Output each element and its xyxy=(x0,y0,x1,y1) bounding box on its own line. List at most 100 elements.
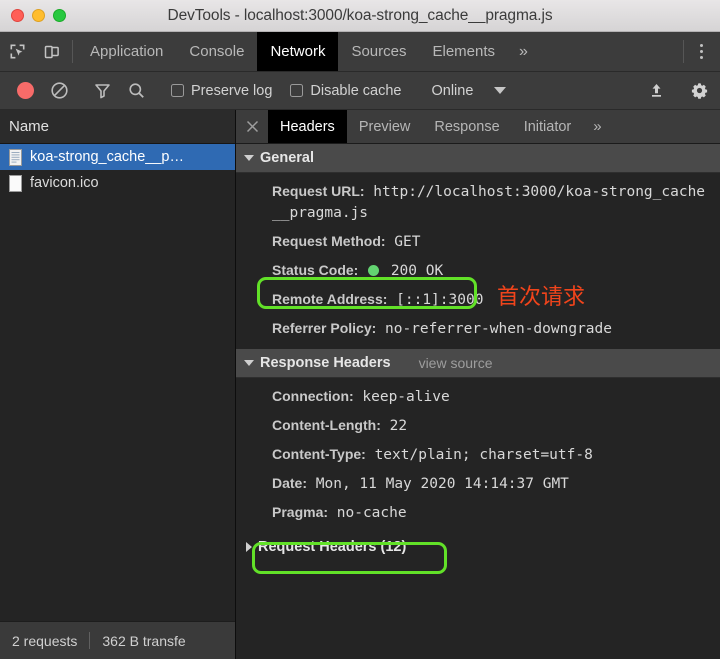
close-window-button[interactable] xyxy=(11,9,24,22)
section-title: Request Headers (12) xyxy=(258,539,407,555)
header-value: no-cache xyxy=(336,504,407,521)
status-transferred-size: 362 B transfe xyxy=(102,632,186,649)
section-header-general[interactable]: General xyxy=(236,144,720,173)
header-value: 22 xyxy=(389,417,408,434)
header-row-status-code: Status Code: 200 OK xyxy=(236,256,720,285)
tab-application[interactable]: Application xyxy=(77,32,176,71)
close-icon[interactable] xyxy=(236,110,268,143)
disable-cache-label: Disable cache xyxy=(310,82,402,99)
section-title: Response Headers xyxy=(260,355,391,371)
header-row-request-url: Request URL: http://localhost:3000/koa-s… xyxy=(236,177,720,227)
header-value: no-referrer-when-downgrade xyxy=(385,320,612,337)
header-value: text/plain; charset=utf-8 xyxy=(374,446,593,463)
detail-tabbar: Headers Preview Response Initiator » xyxy=(236,110,720,144)
header-name: Referrer Policy: xyxy=(272,319,377,336)
header-value: Mon, 11 May 2020 14:14:37 GMT xyxy=(315,475,569,492)
js-file-icon xyxy=(9,148,22,166)
tab-response[interactable]: Response xyxy=(422,110,511,143)
general-rows: Request URL: http://localhost:3000/koa-s… xyxy=(236,173,720,349)
disable-cache-checkbox[interactable]: Disable cache xyxy=(281,83,410,99)
chevron-down-icon[interactable] xyxy=(244,155,254,161)
tab-overflow-button[interactable]: » xyxy=(508,32,539,71)
tab-sources[interactable]: Sources xyxy=(338,32,419,71)
record-button[interactable] xyxy=(8,82,42,99)
network-toolbar: Preserve log Disable cache Online xyxy=(0,72,720,110)
preserve-log-checkbox[interactable]: Preserve log xyxy=(162,83,281,99)
kebab-menu-icon[interactable] xyxy=(688,32,714,71)
devtools-main-tabbar: Application Console Network Sources Elem… xyxy=(0,32,720,72)
gear-icon[interactable] xyxy=(682,81,716,100)
status-requests-count: 2 requests xyxy=(12,632,78,649)
header-row-date: Date: Mon, 11 May 2020 14:14:37 GMT xyxy=(236,469,720,498)
maximize-window-button[interactable] xyxy=(53,9,66,22)
header-value: 200 OK xyxy=(390,262,444,279)
header-name: Pragma: xyxy=(272,503,329,520)
tabbar-end-pad xyxy=(714,32,720,71)
generic-file-icon xyxy=(9,174,22,192)
header-name: Content-Type: xyxy=(272,445,366,462)
chevron-right-icon[interactable] xyxy=(246,542,252,552)
header-value: [::1]:3000 xyxy=(396,291,484,308)
header-row-remote-address: Remote Address: [::1]:3000 xyxy=(236,285,720,314)
import-har-icon[interactable] xyxy=(639,81,673,100)
header-row-content-length: Content-Length: 22 xyxy=(236,411,720,440)
chevron-down-icon[interactable] xyxy=(483,87,517,94)
devtools-window: DevTools - localhost:3000/koa-strong_cac… xyxy=(0,0,720,659)
toolbar-divider xyxy=(72,40,73,63)
header-row-content-type: Content-Type: text/plain; charset=utf-8 xyxy=(236,440,720,469)
header-row-connection: Connection: keep-alive xyxy=(236,382,720,411)
request-list-panel: Name koa-strong_cache__p… favicon.ico 2 … xyxy=(0,110,236,659)
window-title: DevTools - localhost:3000/koa-strong_cac… xyxy=(167,6,553,24)
chevron-down-icon[interactable] xyxy=(244,360,254,366)
request-list-column-header[interactable]: Name xyxy=(0,110,235,144)
section-title: General xyxy=(260,150,314,166)
header-value: GET xyxy=(394,233,421,250)
status-ok-indicator-icon xyxy=(368,264,380,276)
request-list[interactable]: koa-strong_cache__p… favicon.ico xyxy=(0,144,235,621)
network-status-bar: 2 requests 362 B transfe xyxy=(0,621,235,659)
tab-network[interactable]: Network xyxy=(257,32,339,71)
header-name: Status Code: xyxy=(272,261,359,278)
disable-cache-box[interactable] xyxy=(290,84,304,97)
minimize-window-button[interactable] xyxy=(32,9,45,22)
header-name: Content-Length: xyxy=(272,416,381,433)
header-value: keep-alive xyxy=(362,388,450,405)
tab-elements[interactable]: Elements xyxy=(419,32,508,71)
request-row[interactable]: favicon.ico xyxy=(0,170,235,196)
filter-icon[interactable] xyxy=(85,81,119,100)
response-header-rows: Connection: keep-alive Content-Length: 2… xyxy=(236,378,720,533)
header-row-referrer-policy: Referrer Policy: no-referrer-when-downgr… xyxy=(236,314,720,343)
header-name: Connection: xyxy=(272,387,354,404)
preserve-log-box[interactable] xyxy=(171,84,184,97)
section-header-response-headers[interactable]: Response Headers view source xyxy=(236,349,720,378)
header-name: Request Method: xyxy=(272,232,386,249)
tab-console[interactable]: Console xyxy=(176,32,257,71)
preserve-log-label: Preserve log xyxy=(191,82,273,99)
tab-preview[interactable]: Preview xyxy=(347,110,423,143)
request-row-name: favicon.ico xyxy=(30,175,99,191)
header-row-request-method: Request Method: GET xyxy=(236,227,720,256)
device-toolbar-icon[interactable] xyxy=(34,32,68,71)
header-name: Date: xyxy=(272,474,308,491)
window-title-bar: DevTools - localhost:3000/koa-strong_cac… xyxy=(0,0,720,32)
section-header-request-headers[interactable]: Request Headers (12) xyxy=(236,533,720,561)
header-name: Remote Address: xyxy=(272,290,388,307)
clear-icon[interactable] xyxy=(42,81,76,100)
headers-detail-content: General Request URL: http://localhost:30… xyxy=(236,144,720,659)
window-traffic-lights xyxy=(0,9,66,22)
throttling-select-value[interactable]: Online xyxy=(419,83,483,99)
tabbar-spacer xyxy=(539,32,679,71)
request-row-name: koa-strong_cache__p… xyxy=(30,149,184,165)
request-detail-panel: Headers Preview Response Initiator » Gen… xyxy=(236,110,720,659)
toolbar-divider-2 xyxy=(683,40,684,63)
tab-headers[interactable]: Headers xyxy=(268,110,347,143)
view-source-link[interactable]: view source xyxy=(419,355,493,371)
detail-tab-overflow-button[interactable]: » xyxy=(583,110,611,143)
header-name: Request URL: xyxy=(272,182,365,199)
request-row-selected[interactable]: koa-strong_cache__p… xyxy=(0,144,235,170)
search-icon[interactable] xyxy=(119,81,153,100)
tab-initiator[interactable]: Initiator xyxy=(512,110,584,143)
network-body: Name koa-strong_cache__p… favicon.ico 2 … xyxy=(0,110,720,659)
inspect-element-icon[interactable] xyxy=(0,32,34,71)
header-row-pragma: Pragma: no-cache xyxy=(236,498,720,527)
